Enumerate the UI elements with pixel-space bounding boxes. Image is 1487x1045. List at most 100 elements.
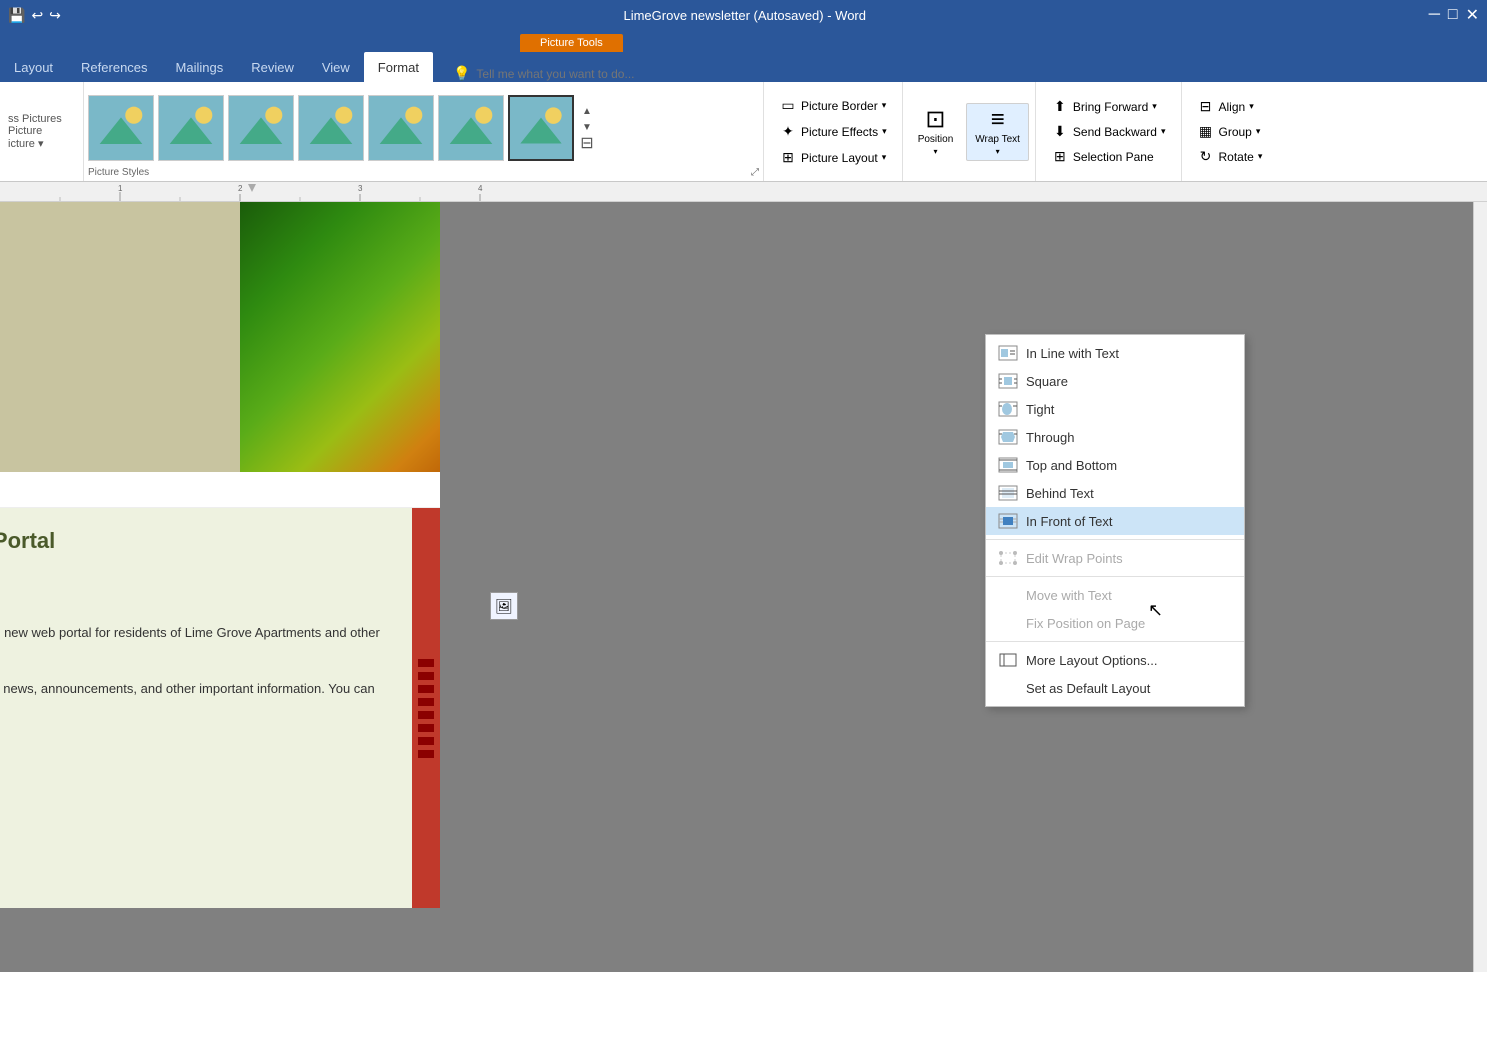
right-sidebar (412, 508, 440, 908)
window-title: LimeGrove newsletter (Autosaved) - Word (61, 8, 1429, 23)
style-thumb-3[interactable] (228, 95, 294, 161)
lightbulb-icon: 💡 (453, 65, 470, 82)
lime-grove-logo-text: LIME GROVE Luxury Apartments (0, 559, 392, 612)
selection-pane-icon: ⊞ (1051, 148, 1069, 166)
menu-item-behind[interactable]: Behind Text (986, 479, 1244, 507)
tab-layout[interactable]: Layout (0, 52, 67, 82)
picture-border-btn[interactable]: ▭ Picture Border ▾ (772, 94, 894, 118)
vertical-scrollbar[interactable] (1473, 202, 1487, 972)
ribbon-tabs: Layout References Mailings Review View F… (0, 52, 1487, 82)
align-btn[interactable]: ⊟ Align ▾ (1190, 95, 1270, 119)
square-wrap-icon (998, 373, 1018, 389)
menu-item-through[interactable]: Through (986, 423, 1244, 451)
style-thumb-4[interactable] (298, 95, 364, 161)
menu-item-move-text: Move with Text (986, 581, 1244, 609)
bring-forward-icon: ⬆ (1051, 98, 1069, 116)
document-area[interactable]: 1000 Lake Sylvan Boulevard | Orlando, FL… (0, 202, 1487, 972)
picture-layout-btn[interactable]: ⊞ Picture Layout ▾ (772, 146, 894, 170)
tab-references[interactable]: References (67, 52, 161, 82)
menu-item-inline[interactable]: In Line with Text (986, 339, 1244, 367)
body-text-2: Buena Vida Online gives you access to co… (0, 678, 392, 722)
maximize-btn[interactable]: □ (1448, 6, 1458, 24)
menu-separator-1 (986, 539, 1244, 540)
minimize-btn[interactable]: ─ (1429, 6, 1440, 24)
title-bar: 💾 ↩ ↪ LimeGrove newsletter (Autosaved) -… (0, 0, 1487, 30)
menu-item-more-layout[interactable]: More Layout Options... (986, 646, 1244, 674)
inline-position-icon: 🖼 (490, 592, 518, 620)
picture-tools-bar: Picture Tools (0, 30, 1487, 52)
styles-expand-icon[interactable]: ⤢ (751, 167, 759, 178)
wrap-text-menu: In Line with Text Square (985, 334, 1245, 707)
group-dropdown-icon[interactable]: ▾ (1256, 126, 1261, 137)
more-layout-icon (998, 652, 1018, 668)
bring-forward-dropdown-icon[interactable]: ▾ (1152, 101, 1157, 112)
picture-styles-thumbs: ▲ ▼ ⊟ (84, 82, 763, 167)
tab-review[interactable]: Review (237, 52, 308, 82)
menu-item-top-bottom[interactable]: Top and Bottom (986, 451, 1244, 479)
svg-text:2: 2 (238, 184, 243, 193)
svg-text:4: 4 (478, 184, 483, 193)
picture-effects-dropdown-icon[interactable]: ▾ (882, 126, 887, 137)
position-btn[interactable]: ⊡ Position ▾ (909, 103, 963, 161)
undo-qat-btn[interactable]: ↩ (31, 7, 43, 24)
picture-layout-dropdown-icon[interactable]: ▾ (882, 152, 887, 163)
tab-view[interactable]: View (308, 52, 364, 82)
wrap-text-btn[interactable]: ≡ Wrap Text ▾ (966, 103, 1029, 161)
align-dropdown-icon[interactable]: ▾ (1249, 101, 1254, 112)
style-scroll[interactable]: ▲ ▼ ⊟ (578, 105, 596, 151)
send-backward-btn[interactable]: ⬇ Send Backward ▾ (1044, 120, 1173, 144)
redo-qat-btn[interactable]: ↪ (49, 7, 61, 24)
picture-layout-icon: ⊞ (779, 149, 797, 167)
in-front-wrap-icon (998, 513, 1018, 529)
picture-effects-btn[interactable]: ✦ Picture Effects ▾ (772, 120, 894, 144)
save-qat-btn[interactable]: 💾 (8, 7, 25, 24)
style-thumb-5[interactable] (368, 95, 434, 161)
logo-area: New Online Resident Portal LIME GROVE Lu… (0, 528, 392, 612)
set-default-icon (998, 680, 1018, 696)
header-leaf (240, 202, 440, 472)
menu-item-in-front[interactable]: In Front of Text (986, 507, 1244, 535)
rotate-icon: ↻ (1197, 148, 1215, 166)
svg-text:3: 3 (358, 184, 363, 193)
picture-styles-section: ▲ ▼ ⊟ Picture Styles ⤢ (84, 82, 764, 181)
newsletter-body: newsletter New Online Resident Portal (0, 508, 440, 908)
style-thumb-2[interactable] (158, 95, 224, 161)
tab-mailings[interactable]: Mailings (162, 52, 238, 82)
through-wrap-icon (998, 429, 1018, 445)
behind-wrap-icon (998, 485, 1018, 501)
group-btn[interactable]: ▦ Group ▾ (1190, 120, 1270, 144)
align-icon: ⊟ (1197, 98, 1215, 116)
position-dropdown-icon[interactable]: ▾ (933, 147, 937, 156)
group-icon: ▦ (1197, 123, 1215, 141)
tab-format[interactable]: Format (364, 52, 433, 82)
main-content: New Online Resident Portal LIME GROVE Lu… (0, 508, 412, 908)
style-thumb-6[interactable] (438, 95, 504, 161)
style-thumb-7[interactable] (508, 95, 574, 161)
picture-border-dropdown-icon[interactable]: ▾ (882, 100, 887, 111)
send-backward-dropdown-icon[interactable]: ▾ (1161, 126, 1166, 137)
rotate-btn[interactable]: ↻ Rotate ▾ (1190, 145, 1270, 169)
menu-item-tight[interactable]: Tight (986, 395, 1244, 423)
menu-item-square[interactable]: Square (986, 367, 1244, 395)
address-bar: 1000 Lake Sylvan Boulevard | Orlando, FL… (0, 472, 440, 508)
move-text-icon (998, 587, 1018, 603)
ribbon: ss Pictures Picture icture ▾ (0, 82, 1487, 182)
fix-position-icon (998, 615, 1018, 631)
rotate-dropdown-icon[interactable]: ▾ (1258, 151, 1263, 162)
menu-item-fix-position: Fix Position on Page (986, 609, 1244, 637)
style-thumb-1[interactable] (88, 95, 154, 161)
wrap-text-dropdown-icon[interactable]: ▾ (996, 147, 1000, 156)
app-header: 💾 ↩ ↪ LimeGrove newsletter (Autosaved) -… (0, 0, 1487, 82)
picture-effects-icon: ✦ (779, 123, 797, 141)
bring-forward-btn[interactable]: ⬆ Bring Forward ▾ (1044, 95, 1173, 119)
svg-text:1: 1 (118, 184, 123, 193)
position-icon: ⊡ (925, 108, 945, 132)
tell-me-input[interactable] (476, 67, 716, 81)
close-btn[interactable]: ✕ (1466, 5, 1479, 25)
selection-pane-btn[interactable]: ⊞ Selection Pane (1044, 145, 1173, 169)
newsletter-page: 1000 Lake Sylvan Boulevard | Orlando, FL… (0, 202, 440, 908)
top-bottom-wrap-icon (998, 457, 1018, 473)
tight-wrap-icon (998, 401, 1018, 417)
menu-item-set-default[interactable]: Set as Default Layout (986, 674, 1244, 702)
picture-border-icon: ▭ (779, 97, 797, 115)
